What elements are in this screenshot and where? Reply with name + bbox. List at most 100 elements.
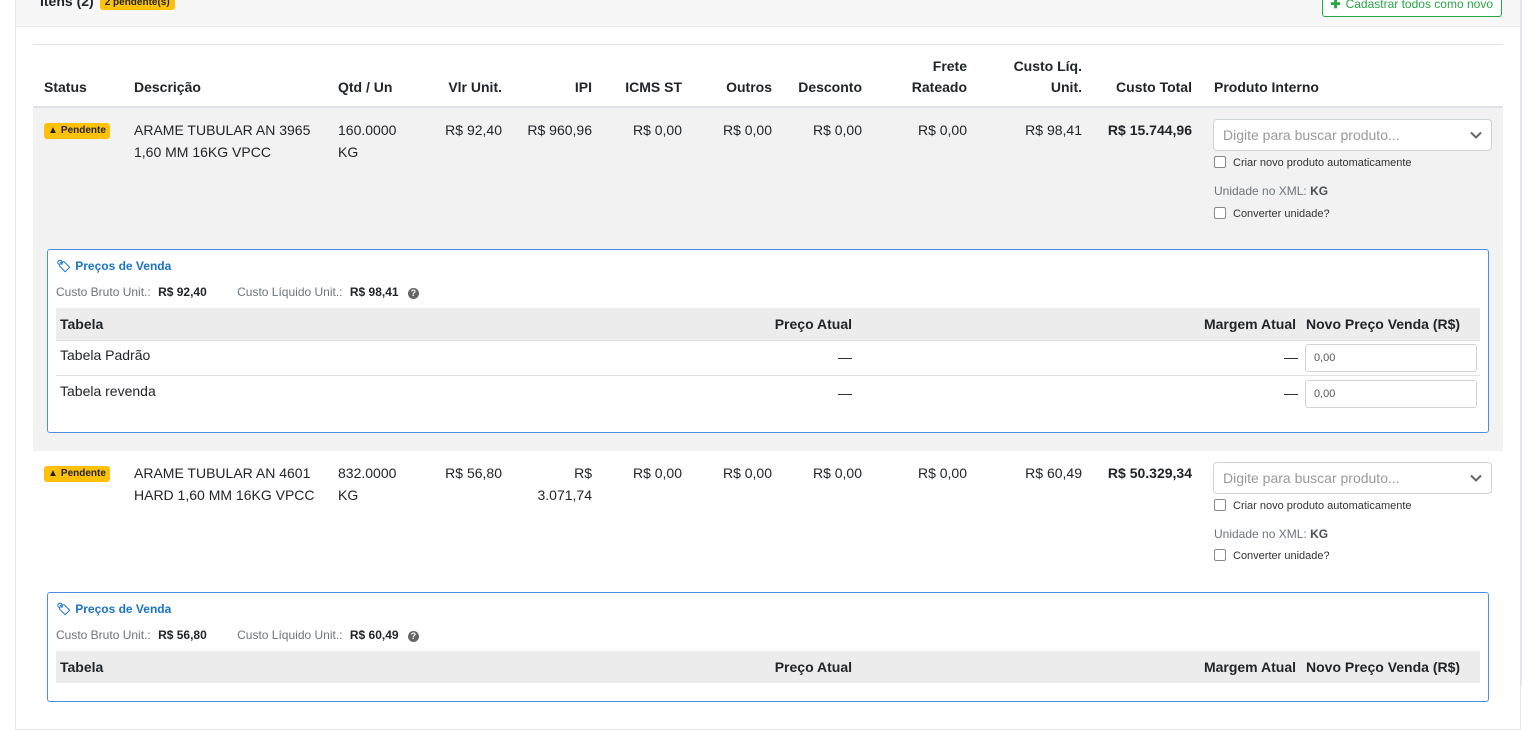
convert-unit-label: Converter unidade? [1233, 208, 1330, 220]
price-col-novo: Novo Preço Venda (R$) [1306, 316, 1461, 332]
pending-count-badge: 2 pendente(s) [99, 0, 175, 10]
create-new-product-checkbox[interactable] [1214, 499, 1226, 511]
col-produto-interno: Produto Interno [1214, 79, 1319, 95]
row-2-desc-line-1: ARAME TUBULAR AN 4601 [134, 465, 311, 481]
product-search-select[interactable]: Digite para buscar produto... [1213, 462, 1492, 494]
row-1-desconto: R$ 0,00 [812, 122, 862, 138]
status-badge: ▲ Pendente [44, 123, 110, 139]
chevron-down-icon [1470, 474, 1482, 482]
net-cost-label: Custo Líquido Unit.: [237, 628, 343, 642]
price-col-novo: Novo Preço Venda (R$) [1306, 659, 1461, 675]
row-1-qtd-value: 160.0000 [338, 122, 397, 138]
register-all-label: Cadastrar todos como novo [1345, 0, 1493, 11]
convert-unit-label: Converter unidade? [1233, 550, 1330, 562]
col-qtd: Qtd / Un [338, 79, 393, 95]
question-circle-icon[interactable]: ? [407, 288, 419, 299]
row-2-icms-st: R$ 0,00 [632, 465, 682, 481]
convert-unit-checkbox[interactable] [1214, 207, 1226, 219]
row-1-ipi: R$ 960,96 [502, 119, 592, 141]
status-badge-label: Pendente [60, 468, 106, 479]
row-1-ipi-line-1: R$ 960,96 [527, 122, 592, 138]
create-new-product-label: Criar novo produto automaticamente [1233, 157, 1412, 169]
col-frete-l2: Rateado [911, 79, 967, 95]
price-row-tabela-name: Tabela revenda [60, 383, 156, 399]
row-1-description: ARAME TUBULAR AN 3965 1,60 MM 16KG VPCC [134, 119, 310, 163]
col-frete-l1: Frete [932, 58, 967, 74]
create-new-product-option[interactable]: Criar novo produto automaticamente [1214, 156, 1412, 170]
sale-prices-title: 🏷 Preços de Venda [56, 602, 171, 616]
col-ipi: IPI [574, 79, 592, 95]
row-2-custo-liq: R$ 60,49 [1025, 465, 1082, 481]
new-price-input[interactable]: 0,00 [1305, 380, 1477, 408]
row-2-vlr-unit: R$ 56,80 [445, 465, 502, 481]
row-2-desc-line-2: HARD 1,60 MM 16KG VPCC [134, 487, 315, 503]
price-row-margem: — [1284, 349, 1298, 365]
price-col-margem: Margem Atual [1203, 316, 1296, 332]
price-row-margem: — [1284, 385, 1298, 401]
sale-prices-title-text: Preços de Venda [75, 259, 172, 273]
new-price-input[interactable]: 0,00 [1305, 344, 1477, 372]
gross-cost-value: R$ 56,80 [158, 628, 207, 642]
gross-cost-label: Custo Bruto Unit.: [56, 628, 151, 642]
col-custo-liq-l2: Unit. [1050, 79, 1082, 95]
create-new-product-option[interactable]: Criar novo produto automaticamente [1214, 499, 1412, 513]
col-status: Status [44, 79, 87, 95]
row-1-vlr-unit: R$ 92,40 [445, 122, 502, 138]
unit-xml-label: Unidade no XML: [1214, 527, 1307, 541]
price-col-tabela: Tabela [60, 316, 104, 332]
status-badge-label: Pendente [60, 125, 106, 136]
row-2-outros: R$ 0,00 [722, 465, 772, 481]
col-icms-st: ICMS ST [625, 79, 682, 95]
status-badge: ▲ Pendente [44, 466, 110, 482]
unit-xml-info: Unidade no XML: KG [1214, 184, 1328, 198]
row-2-ipi-line-2: 3.071,74 [537, 487, 593, 503]
gross-cost-value: R$ 92,40 [158, 285, 207, 299]
row-2-qtd-value: 832.0000 [338, 465, 397, 481]
unit-xml-info: Unidade no XML: KG [1214, 527, 1328, 541]
price-row-preco-atual: — [838, 349, 852, 365]
sale-prices-title-text: Preços de Venda [75, 602, 172, 616]
price-row-border [56, 375, 1480, 376]
convert-unit-checkbox[interactable] [1214, 549, 1226, 561]
price-col-preco-atual: Preço Atual [774, 316, 852, 332]
row-2-ipi: R$ 3.071,74 [502, 462, 593, 506]
row-2-frete: R$ 0,00 [917, 465, 967, 481]
create-new-product-label: Criar novo produto automaticamente [1233, 500, 1412, 512]
net-cost-value: R$ 60,49 [349, 628, 399, 642]
price-col-tabela: Tabela [60, 659, 104, 675]
row-2-custo-total: R$ 50.329,34 [1107, 465, 1192, 481]
col-custo-liq: Custo Líq. Unit. [982, 56, 1082, 98]
price-row-preco-atual: — [838, 385, 852, 401]
col-outros: Outros [726, 79, 772, 95]
price-col-preco-atual: Preço Atual [774, 659, 852, 675]
unit-xml-value: KG [1310, 184, 1329, 198]
chevron-down-icon [1470, 131, 1482, 139]
tag-icon: 🏷 [56, 602, 72, 616]
row-2-unit: KG [338, 487, 359, 503]
question-circle-icon[interactable]: ? [407, 631, 419, 642]
items-title: Itens (2) 2 pendente(s) [40, 0, 175, 10]
create-new-product-checkbox[interactable] [1214, 156, 1226, 168]
row-1-outros: R$ 0,00 [722, 122, 772, 138]
warning-icon: ▲ [48, 468, 58, 479]
price-table-head: Tabela Preço Atual Margem Atual Novo Pre… [56, 651, 1480, 683]
sale-prices-panel: 🏷 Preços de Venda Custo Bruto Unit.: R$ 9… [47, 249, 1489, 433]
col-vlr-unit: Vlr Unit. [448, 79, 502, 95]
register-all-button[interactable]: ✚ Cadastrar todos como novo [1321, 0, 1502, 17]
price-table-head: Tabela Preço Atual Margem Atual Novo Pre… [56, 308, 1480, 340]
gross-cost-label: Custo Bruto Unit.: [56, 285, 151, 299]
col-frete: Frete Rateado [867, 56, 967, 98]
convert-unit-option[interactable]: Converter unidade? [1214, 549, 1330, 563]
product-search-select[interactable]: Digite para buscar produto... [1213, 119, 1492, 151]
cost-summary: Custo Bruto Unit.: R$ 56,80 Custo Líquid… [56, 628, 419, 642]
convert-unit-option[interactable]: Converter unidade? [1214, 207, 1330, 221]
col-custo-liq-l1: Custo Líq. [1013, 58, 1082, 74]
product-search-placeholder: Digite para buscar produto... [1223, 127, 1400, 143]
card-header: Itens (2) 2 pendente(s) ✚ Cadastrar todos … [16, 0, 1520, 27]
row-1-qtd: 160.0000 KG [338, 119, 396, 163]
cost-summary: Custo Bruto Unit.: R$ 92,40 Custo Líquid… [56, 285, 419, 299]
page-scroll-edge [1521, 0, 1536, 686]
row-1-frete: R$ 0,00 [917, 122, 967, 138]
items-title-text: Itens (2) [40, 0, 94, 9]
unit-xml-label: Unidade no XML: [1214, 184, 1307, 198]
